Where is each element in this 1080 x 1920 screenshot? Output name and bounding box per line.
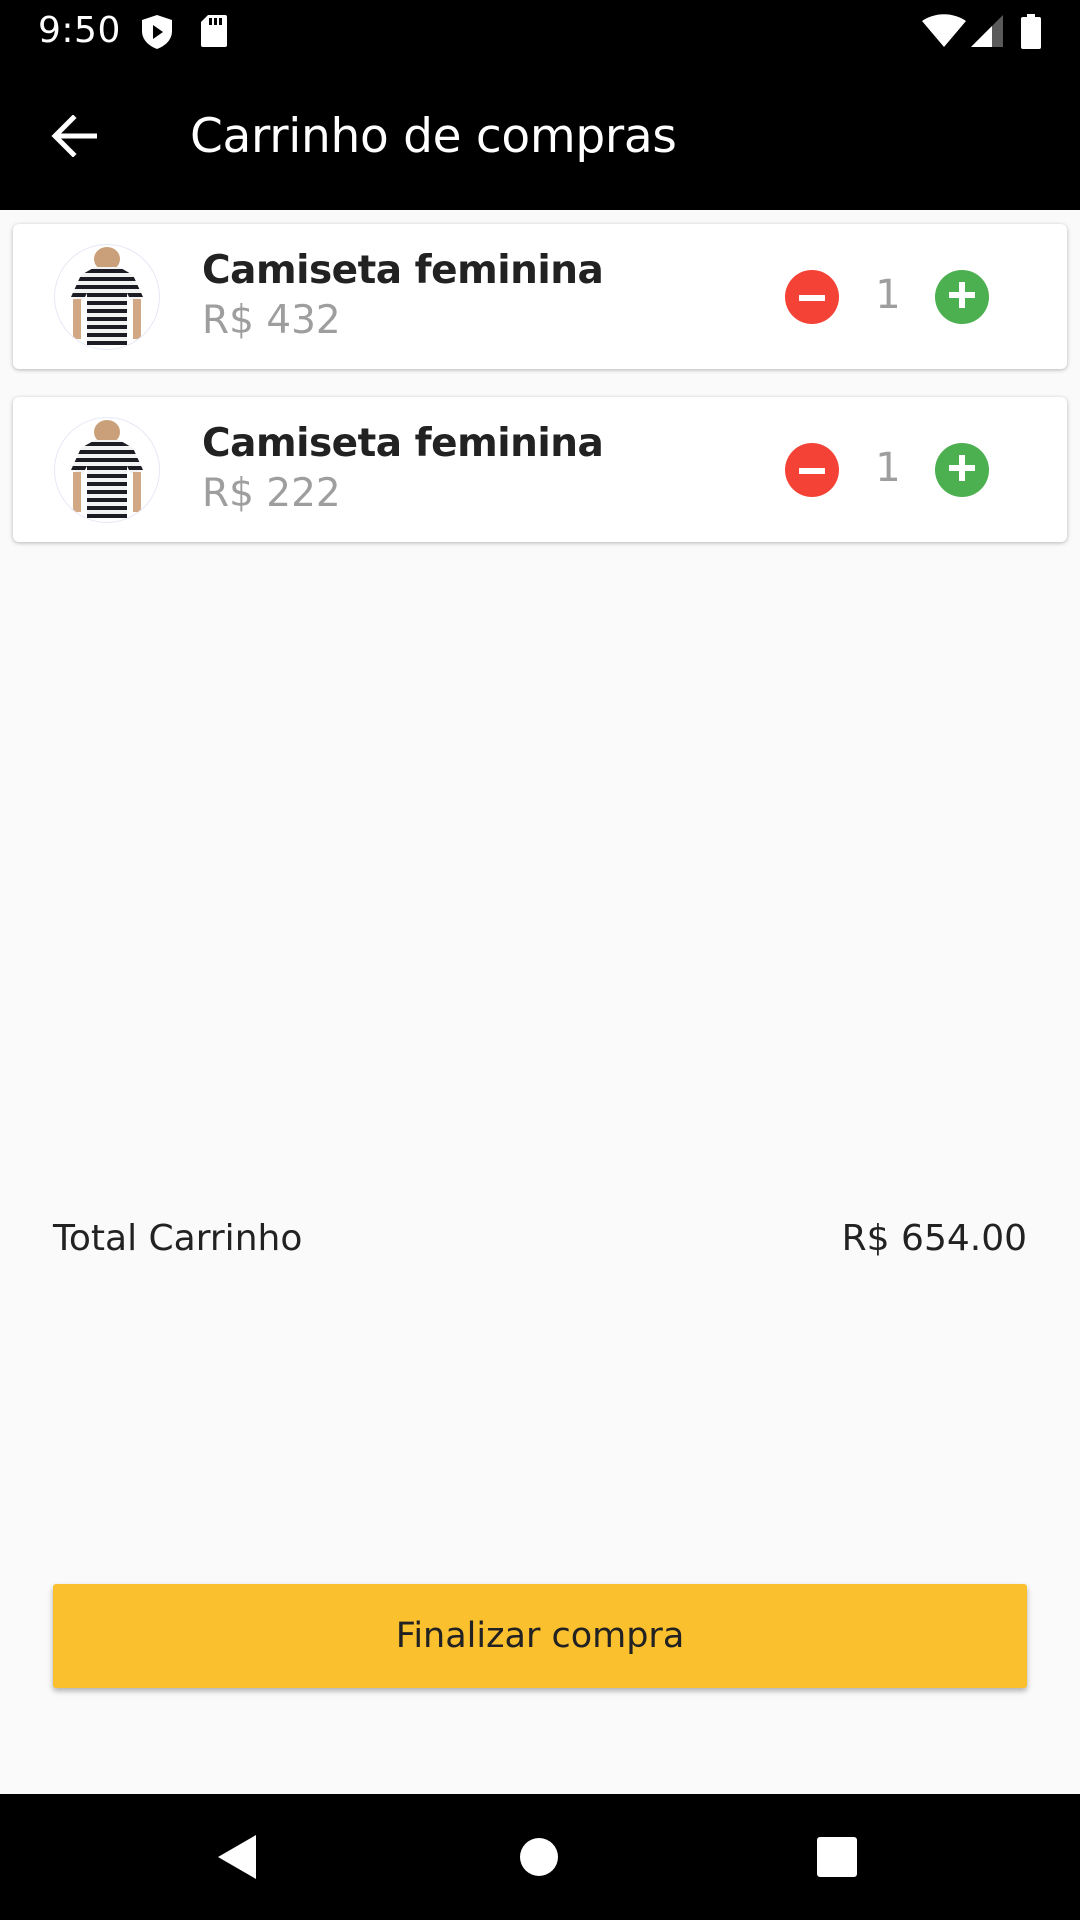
recents-square-icon[interactable] <box>804 1824 870 1890</box>
back-triangle-icon[interactable] <box>205 1824 271 1890</box>
plus-icon <box>949 454 975 486</box>
product-image <box>54 417 160 523</box>
decrease-quantity-button[interactable] <box>785 270 839 324</box>
battery-icon <box>1020 14 1042 55</box>
cart-list: Camiseta feminina R$ 432 1 Camiseta femi… <box>13 224 1067 570</box>
cart-item: Camiseta feminina R$ 432 1 <box>13 224 1067 369</box>
cart-item: Camiseta feminina R$ 222 1 <box>13 397 1067 542</box>
increase-quantity-button[interactable] <box>935 270 989 324</box>
system-nav-bar <box>0 1794 1080 1920</box>
app-bar: Carrinho de compras <box>0 63 1080 210</box>
minus-icon <box>799 461 825 479</box>
signal-icon <box>970 14 1004 53</box>
plus-icon <box>949 281 975 313</box>
sd-card-icon <box>200 14 228 53</box>
product-name: Camiseta feminina <box>202 248 604 293</box>
status-time: 9:50 <box>38 10 121 51</box>
arrow-back-icon <box>51 113 98 162</box>
back-button[interactable] <box>30 103 118 173</box>
page-title: Carrinho de compras <box>190 109 677 164</box>
product-image <box>54 244 160 350</box>
total-value: R$ 654.00 <box>841 1218 1027 1259</box>
shield-play-icon <box>140 14 174 55</box>
increase-quantity-button[interactable] <box>935 443 989 497</box>
product-price: R$ 222 <box>202 471 341 516</box>
decrease-quantity-button[interactable] <box>785 443 839 497</box>
quantity-value: 1 <box>875 445 901 491</box>
home-circle-icon[interactable] <box>506 1824 572 1890</box>
checkout-button[interactable]: Finalizar compra <box>53 1584 1027 1688</box>
wifi-icon <box>922 14 966 53</box>
status-bar: 9:50 <box>0 0 1080 63</box>
product-name: Camiseta feminina <box>202 421 604 466</box>
product-price: R$ 432 <box>202 298 341 343</box>
total-label: Total Carrinho <box>53 1218 303 1259</box>
minus-icon <box>799 288 825 306</box>
quantity-value: 1 <box>875 272 901 318</box>
